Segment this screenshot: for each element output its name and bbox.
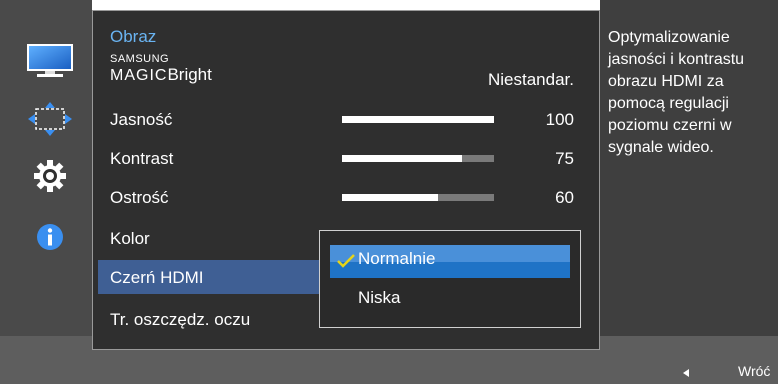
menu-item-contrast[interactable]: Kontrast	[110, 149, 173, 169]
sharpness-value: 60	[555, 188, 574, 207]
magic-bright-label: Bright	[167, 65, 212, 84]
samsung-brand-text: SAMSUNG	[110, 53, 170, 65]
contrast-slider-fill	[342, 155, 463, 162]
move-arrows-icon	[28, 102, 72, 136]
sidebar-item-information[interactable]	[24, 218, 76, 256]
back-arrow-icon	[683, 369, 689, 377]
info-icon	[37, 224, 63, 250]
brightness-slider-fill	[342, 116, 494, 123]
menu-item-hdmi-black[interactable]: Czerń HDMI	[110, 268, 204, 288]
sidebar-item-picture[interactable]	[24, 42, 76, 80]
sidebar-item-position[interactable]	[24, 100, 76, 138]
sharpness-slider-fill	[342, 194, 438, 201]
brightness-slider[interactable]	[342, 116, 494, 123]
back-button[interactable]: Wróć	[738, 363, 770, 379]
monitor-icon	[27, 44, 73, 77]
sidebar-item-settings[interactable]	[24, 157, 76, 195]
brightness-value: 100	[545, 110, 574, 129]
magic-bright-value: Niestandar.	[488, 70, 574, 89]
menu-item-magic-bright[interactable]: SAMSUNG MAGICBright	[110, 54, 212, 85]
contrast-slider[interactable]	[342, 155, 494, 162]
dropdown-option-low[interactable]: Niska	[358, 288, 401, 308]
menu-item-eye-saver[interactable]: Tr. oszczędz. oczu	[110, 310, 250, 330]
contrast-value: 75	[555, 149, 574, 168]
menu-item-sharpness[interactable]: Ostrość	[110, 188, 169, 208]
menu-item-color[interactable]: Kolor	[110, 229, 150, 249]
checkmark-icon	[337, 254, 355, 268]
help-description: Optymalizowanie jasności i kontrastu obr…	[608, 29, 745, 156]
dropdown-option-normal[interactable]: Normalnie	[358, 249, 435, 269]
menu-item-brightness[interactable]: Jasność	[110, 110, 172, 130]
sharpness-slider[interactable]	[342, 194, 494, 201]
magic-brand-text: MAGIC	[110, 67, 168, 84]
osd-screen: Obraz SAMSUNG MAGICBright Niestandar. Jas…	[0, 0, 778, 384]
menu-title: Obraz	[110, 27, 157, 46]
gear-icon	[34, 160, 66, 192]
